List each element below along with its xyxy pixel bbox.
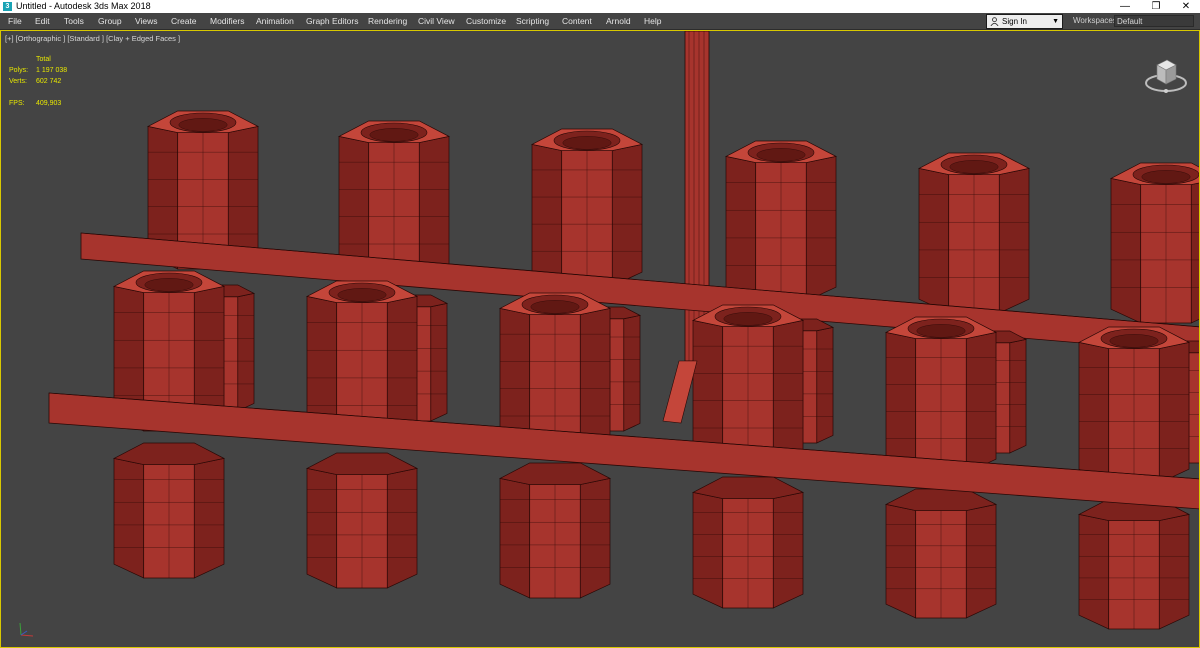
cup-mid-5-right bbox=[1158, 341, 1190, 484]
cup-back-1-right bbox=[418, 135, 450, 280]
cup-back-4-left bbox=[918, 167, 950, 314]
axis-gizmo-icon bbox=[19, 622, 34, 637]
cup-low-5-right bbox=[1158, 513, 1190, 630]
cup-mid-back-0-right bbox=[237, 292, 255, 412]
window-title: Untitled - Autodesk 3ds Max 2018 bbox=[16, 1, 151, 11]
menu-edit[interactable]: Edit bbox=[35, 13, 50, 29]
menu-arnold[interactable]: Arnold bbox=[606, 13, 631, 29]
menu-tools[interactable]: Tools bbox=[64, 13, 84, 29]
menu-customize[interactable]: Customize bbox=[466, 13, 506, 29]
cup-low-2-cap bbox=[498, 462, 612, 485]
menu-scripting[interactable]: Scripting bbox=[516, 13, 549, 29]
cup-back-5-right bbox=[1190, 182, 1199, 324]
cup-back-5-hole-inner bbox=[1141, 170, 1191, 184]
cup-low-5-left bbox=[1078, 513, 1110, 630]
cup-mid-2-right bbox=[579, 307, 611, 452]
perspective-viewport[interactable]: [+] [Orthographic ] [Standard ] [Clay + … bbox=[0, 30, 1200, 648]
cup-mid-back-3-right bbox=[816, 326, 834, 444]
cup-low-1-right bbox=[386, 467, 418, 589]
menu-views[interactable]: Views bbox=[135, 13, 158, 29]
viewport-label-menu[interactable]: [+] [Orthographic ] [Standard ] [Clay + … bbox=[5, 34, 180, 43]
cup-low-4-left bbox=[885, 503, 917, 619]
cup-low-1-cap bbox=[305, 452, 419, 475]
scene-canvas[interactable] bbox=[1, 31, 1200, 648]
maximize-button[interactable]: ❐ bbox=[1143, 0, 1169, 13]
verts-label: Verts: bbox=[9, 78, 27, 85]
menu-help[interactable]: Help bbox=[644, 13, 661, 29]
cup-back-3-hole-inner bbox=[756, 148, 806, 162]
cup-mid-back-2-right bbox=[623, 314, 641, 432]
user-icon bbox=[990, 17, 999, 26]
cup-low-3-right bbox=[772, 491, 804, 609]
cup-low-1-left bbox=[306, 467, 338, 589]
cup-low-2-left bbox=[499, 477, 531, 599]
cup-back-0-hole-inner bbox=[178, 118, 228, 132]
cup-mid-3-hole-inner bbox=[723, 312, 773, 326]
cup-back-2-right bbox=[611, 143, 643, 287]
menu-civil-view[interactable]: Civil View bbox=[418, 13, 455, 29]
cup-mid-back-1-right bbox=[430, 302, 448, 422]
cup-back-1-hole-inner bbox=[369, 128, 419, 142]
cup-low-0-left bbox=[113, 457, 145, 579]
menu-group[interactable]: Group bbox=[98, 13, 122, 29]
title-bar: 3 Untitled - Autodesk 3ds Max 2018 — ❐ ✕ bbox=[0, 0, 1200, 13]
minimize-button[interactable]: — bbox=[1112, 0, 1138, 13]
app-window: 3 Untitled - Autodesk 3ds Max 2018 — ❐ ✕… bbox=[0, 0, 1200, 648]
chevron-down-icon: ▼ bbox=[1052, 18, 1059, 25]
cup-back-4-hole-inner bbox=[949, 160, 999, 174]
cup-back-2-hole-inner bbox=[562, 136, 612, 150]
polys-value: 1 197 038 bbox=[36, 67, 68, 74]
cup-mid-5-hole-inner bbox=[1109, 334, 1159, 348]
verts-value: 602 742 bbox=[36, 78, 62, 85]
cup-mid-2-hole-inner bbox=[530, 300, 580, 314]
cup-back-3-left bbox=[725, 155, 757, 302]
cup-low-0-cap bbox=[112, 442, 226, 465]
menu-graph-editors[interactable]: Graph Editors bbox=[306, 13, 358, 29]
fps-value: 409,903 bbox=[36, 100, 62, 107]
pole-joint bbox=[662, 360, 698, 424]
cup-back-3-right bbox=[805, 155, 837, 302]
cup-back-2-left bbox=[531, 143, 563, 287]
workspaces-label: Workspaces: bbox=[1073, 16, 1120, 25]
sign-in-label: Sign In bbox=[1002, 17, 1027, 26]
cup-low-0-right bbox=[193, 457, 225, 579]
menu-create[interactable]: Create bbox=[171, 13, 197, 29]
fps-label: FPS: bbox=[9, 100, 25, 107]
cup-low-3-left bbox=[692, 491, 724, 609]
cup-mid-0-hole-inner bbox=[144, 278, 194, 292]
menu-bar: File Edit Tools Group Views Create Modifiers An… bbox=[0, 13, 1200, 30]
polys-label: Polys: bbox=[9, 67, 29, 74]
menu-file[interactable]: File bbox=[8, 13, 22, 29]
viewcube-icon[interactable] bbox=[1143, 53, 1189, 95]
app-icon: 3 bbox=[3, 2, 12, 11]
cup-mid-4-right bbox=[965, 331, 997, 474]
stats-header: Total bbox=[36, 56, 51, 63]
menu-rendering[interactable]: Rendering bbox=[368, 13, 407, 29]
cup-mid-3-right bbox=[772, 319, 804, 464]
cup-mid-4-hole-inner bbox=[916, 324, 966, 338]
close-button[interactable]: ✕ bbox=[1173, 0, 1199, 13]
cup-mid-5-left bbox=[1078, 341, 1110, 484]
cup-low-2-right bbox=[579, 477, 611, 599]
sign-in-dropdown[interactable]: Sign In ▼ bbox=[986, 14, 1063, 29]
cup-low-4-right bbox=[965, 503, 997, 619]
cup-back-4-right bbox=[998, 167, 1030, 314]
cup-back-5-left bbox=[1110, 177, 1142, 324]
workspaces-select[interactable]: Default bbox=[1114, 15, 1194, 27]
cup-mid-1-hole-inner bbox=[337, 288, 387, 302]
cup-low-3-cap bbox=[691, 476, 805, 499]
menu-modifiers[interactable]: Modifiers bbox=[210, 13, 244, 29]
cup-mid-back-4-right bbox=[1009, 338, 1027, 454]
menu-content[interactable]: Content bbox=[562, 13, 592, 29]
cup-mid-4-left bbox=[885, 331, 917, 474]
menu-animation[interactable]: Animation bbox=[256, 13, 294, 29]
